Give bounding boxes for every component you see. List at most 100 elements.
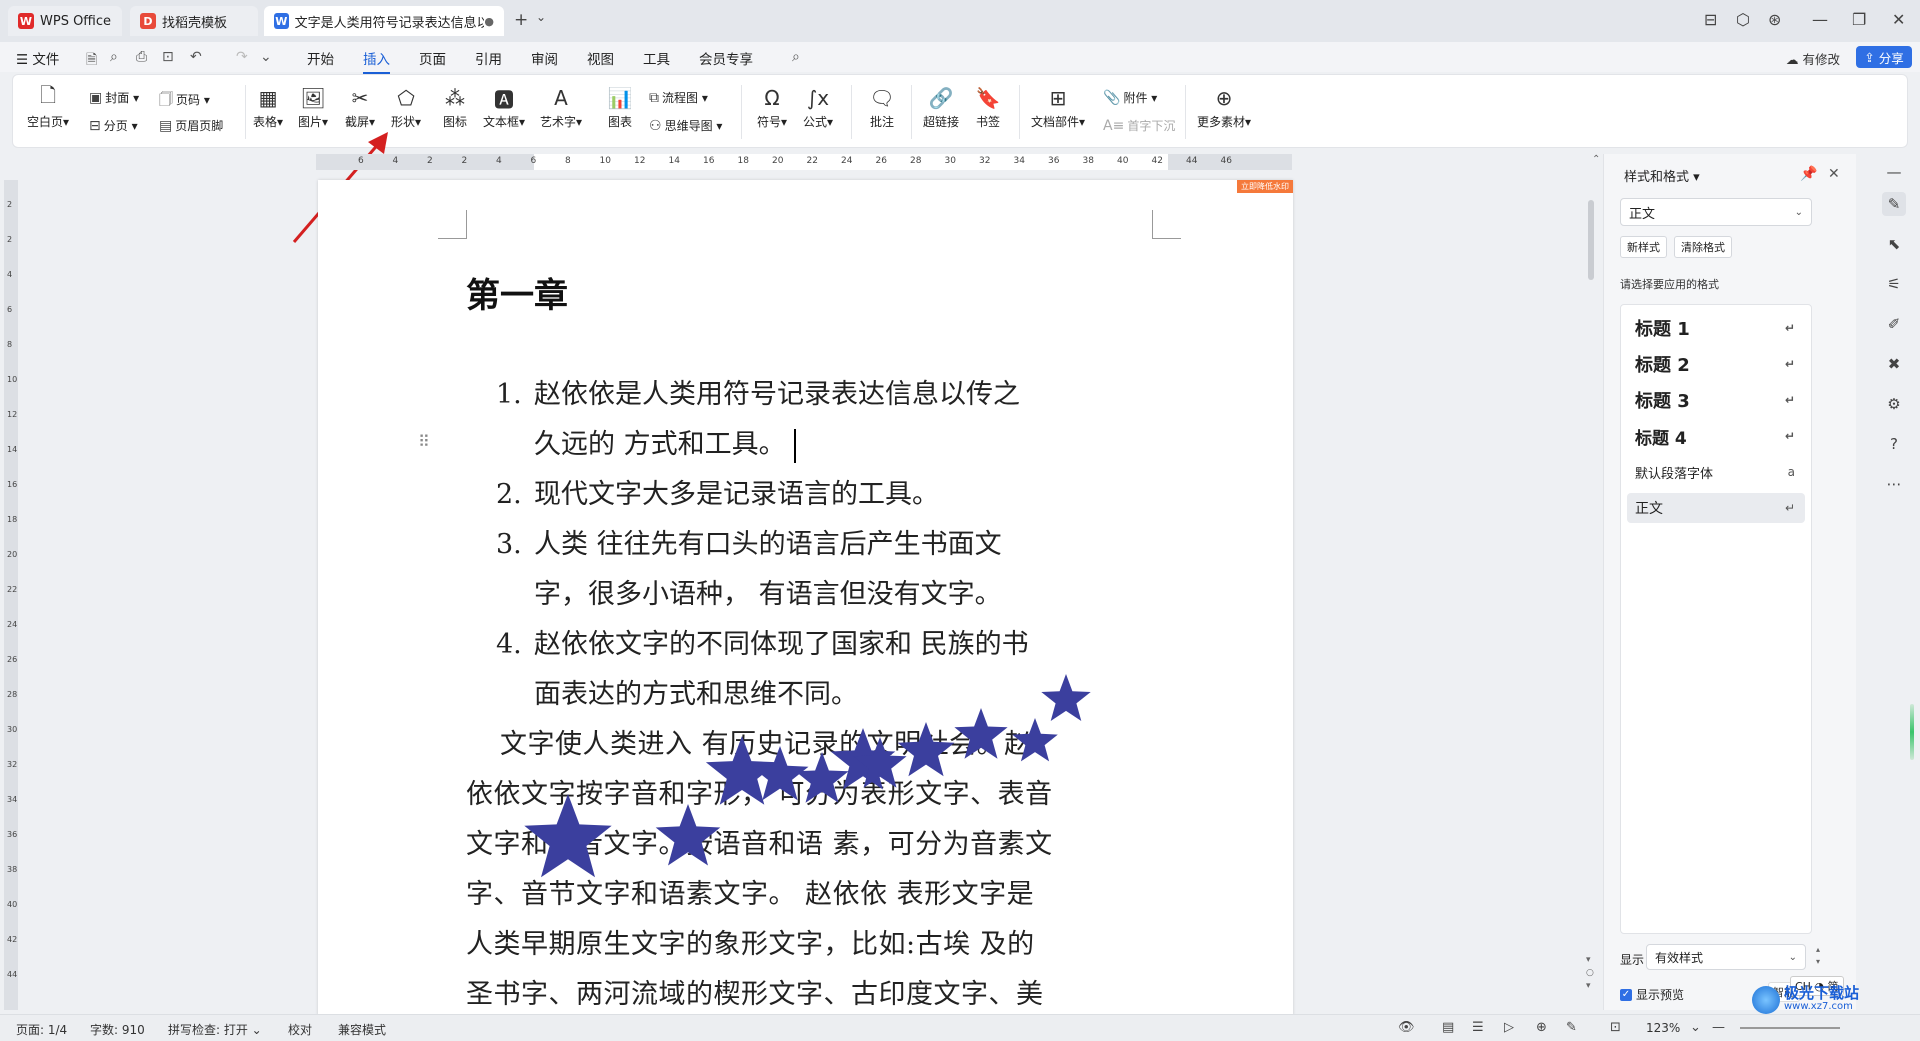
file-menu[interactable]: ☰ 文件 [16,48,59,68]
document-parts-button[interactable]: ⊞ 文档部件▾ [1031,85,1085,130]
menu-page[interactable]: 页面 [419,48,446,68]
symbol-button[interactable]: Ω 符号▾ [757,85,787,130]
tab-list-chevron-icon[interactable]: ⌄ [536,10,546,24]
bookmark-button[interactable]: 🔖 书签 [975,85,1001,130]
show-filter-select[interactable]: 有效样式 ⌄ [1646,944,1806,970]
formula-button[interactable]: ∫x 公式▾ [803,85,833,130]
settings-icon[interactable]: ⚙ [1882,392,1906,416]
restore-button[interactable]: ❐ [1852,10,1866,29]
attachment-button[interactable]: 📎 附件 ▾ [1103,89,1157,106]
avatar[interactable]: ⊛ [1768,10,1781,29]
comment-button[interactable]: 🗨 批注 [869,85,895,130]
style-normal[interactable]: 正文 ↵ [1627,493,1805,523]
blank-page-button[interactable]: 🗋 空白页▾ [27,83,69,130]
proofread-button[interactable]: 校对 [288,1021,312,1038]
star-shape[interactable] [897,722,955,777]
minimize-button[interactable]: — [1812,10,1828,29]
save-icon[interactable]: 🗎 [86,49,97,73]
share-button[interactable]: ⇪ 分享 [1856,46,1912,68]
header-footer-button[interactable]: ▤ 页眉页脚 [159,117,223,134]
help-icon[interactable]: ? [1882,432,1906,456]
document-page[interactable]: 立即降低水印 ⠿ 第一章 1. 赵依依是人类用符号记录表达信息以传之久远的 方式… [318,180,1293,1016]
wordart-button[interactable]: A 艺术字▾ [540,85,582,130]
scroll-indicator[interactable] [1910,704,1914,760]
menu-start[interactable]: 开始 [307,48,334,68]
horizontal-ruler[interactable]: 6 4 2 2 4 6 8 10 12 14 16 18 20 22 24 26 28 30 32 34 36 38 40 4… [316,154,1292,170]
eye-icon[interactable]: 👁 [1398,1020,1415,1035]
preview-checkbox[interactable]: ✓ 显示预览 [1620,986,1684,1003]
document-scrollbar[interactable] [1588,200,1594,280]
star-shape[interactable] [954,708,1008,759]
web-view-icon[interactable]: ⊕ [1536,1020,1547,1035]
current-style-select[interactable]: 正文 ⌄ [1620,198,1812,226]
menu-insert[interactable]: 插入 [363,48,390,74]
shape-button[interactable]: ⬠ 形状▾ [391,85,421,130]
cube-icon[interactable]: ⬡ [1736,10,1750,29]
star-shapes[interactable] [318,180,1293,1016]
print-icon[interactable]: ⎙ [136,49,147,65]
star-shape[interactable] [524,794,612,878]
menu-review[interactable]: 审阅 [531,48,558,68]
edit-image-icon[interactable]: ✐ [1882,312,1906,336]
menu-reference[interactable]: 引用 [475,48,502,68]
play-icon[interactable]: ▷ [1504,1020,1514,1035]
new-style-button[interactable]: 新样式 [1620,236,1667,258]
zoom-out-icon[interactable]: — [1712,1020,1725,1035]
adjust-icon[interactable]: ⚟ [1882,272,1906,296]
page-indicator[interactable]: 页面: 1/4 [16,1021,67,1038]
flowchart-button[interactable]: ⧉ 流程图 ▾ [649,89,708,106]
cover-button[interactable]: ▣ 封面 ▾ [89,89,139,106]
word-count[interactable]: 字数: 910 [90,1021,145,1038]
menu-member[interactable]: 会员专享 [699,48,753,68]
search-icon[interactable]: ⌕ [792,49,800,65]
collapse-icon[interactable]: — [1882,160,1906,184]
style-heading-2[interactable]: 标题 2 ↵ [1627,349,1805,379]
style-heading-1[interactable]: 标题 1 ↵ [1627,313,1805,343]
picture-button[interactable]: 🖼 图片▾ [298,85,328,130]
table-button[interactable]: ▦ 表格▾ [253,85,283,130]
vertical-ruler[interactable]: 2 2 4 6 8 10 12 14 16 18 20 22 24 26 28 30 32 34 36 38 40 42 4… [4,180,18,1010]
screenshot-button[interactable]: ✂ 截屏▾ [345,85,375,130]
styles-pen-icon[interactable]: ✎ [1882,192,1906,216]
layout-icon[interactable]: ⊟ [1704,10,1717,29]
close-button[interactable]: ✕ [1892,10,1905,29]
modified-status[interactable]: ☁ 有修改 [1786,49,1840,68]
page-number-button[interactable]: 🗍 页码 ▾ [159,89,210,113]
style-heading-3[interactable]: 标题 3 ↵ [1627,385,1805,415]
new-tab-button[interactable]: + [514,10,528,30]
zoom-level[interactable]: 123% [1646,1021,1680,1035]
redo-icon[interactable]: ↷ [236,49,248,65]
textbox-button[interactable]: 🅰 文本框▾ [483,85,525,130]
zoom-chevron-icon[interactable]: ⌄ [1690,1020,1701,1035]
star-shape[interactable] [1041,674,1091,721]
close-pane-icon[interactable]: ✕ [1828,166,1840,182]
star-shape[interactable] [1012,718,1058,762]
zoom-slider[interactable] [1740,1027,1840,1029]
select-cursor-icon[interactable]: ⬉ [1882,232,1906,256]
pin-icon[interactable]: 📌 [1800,166,1817,182]
outline-view-icon[interactable]: ☰ [1472,1020,1484,1035]
tab-document[interactable]: W 文字是人类用符号记录表达信息以... ● [264,6,504,36]
hyperlink-button[interactable]: 🔗 超链接 [923,85,959,130]
list-scroll-arrows[interactable]: ▴ ▾ [1816,944,1820,968]
more-icon[interactable]: ⋯ [1882,472,1906,496]
page-nav-arrows[interactable]: ▾ ○ ▾ [1586,954,1594,993]
undo-icon[interactable]: ↶ [190,49,202,65]
style-heading-4[interactable]: 标题 4 ↵ [1627,421,1805,451]
fit-page-icon[interactable]: ⊡ [1610,1020,1621,1035]
icon-button[interactable]: ⁂ 图标 [442,85,468,130]
print-preview-icon[interactable]: ⊡ [162,49,174,65]
star-shape[interactable] [795,752,849,803]
menu-tools[interactable]: 工具 [643,48,670,68]
clear-format-button[interactable]: 清除格式 [1674,236,1732,258]
menu-view[interactable]: 视图 [587,48,614,68]
mindmap-button[interactable]: ⚇ 思维导图 ▾ [649,117,722,134]
tools-icon[interactable]: ✖ [1882,352,1906,376]
page-break-button[interactable]: ⊟ 分页 ▾ [89,117,138,134]
tab-docer[interactable]: D 找稻壳模板 [130,6,258,36]
customize-chevron-icon[interactable]: ⌄ [260,49,272,65]
pen-icon[interactable]: ✎ [1566,1020,1577,1035]
drop-cap-button[interactable]: A≡ 首字下沉 [1103,117,1175,134]
tab-close-icon[interactable]: ● [484,15,494,28]
ruler-toggle-icon[interactable]: ⌃ [1592,154,1602,170]
